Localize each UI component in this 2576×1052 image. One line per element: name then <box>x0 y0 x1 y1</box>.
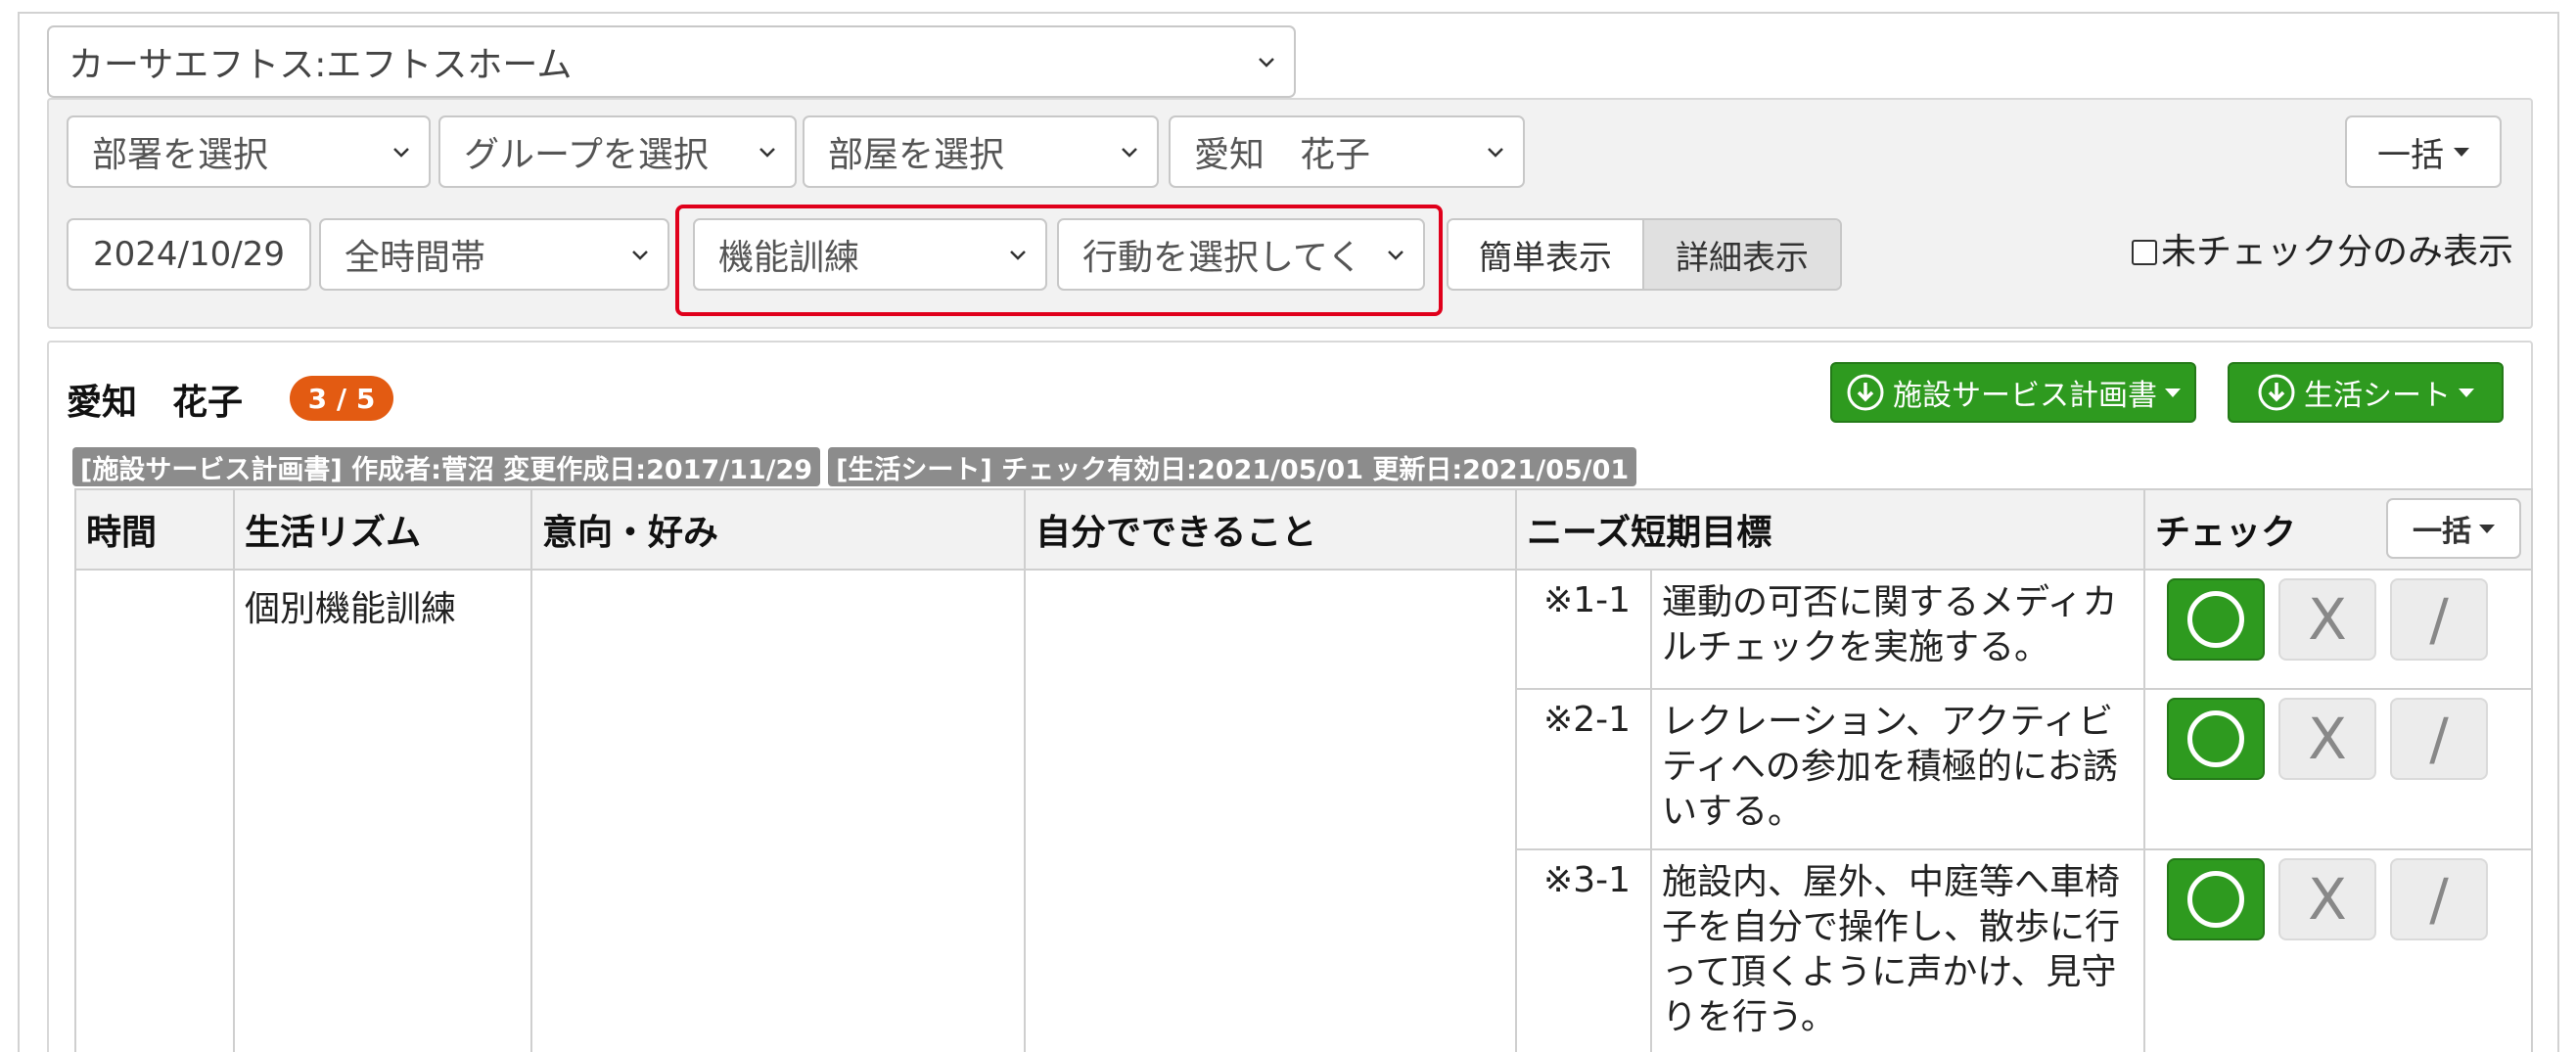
chevron-down-icon <box>1010 251 1026 260</box>
resident-select[interactable]: 愛知 花子 <box>1169 115 1525 188</box>
check-cell: X / <box>2143 848 2534 1052</box>
col-header-check-label: チェック <box>2155 513 2297 553</box>
resident-name: 愛知 花子 <box>67 383 244 423</box>
download-icon <box>2258 374 2295 411</box>
action-select-value: 行動を選択してく <box>1082 238 1362 278</box>
col-header-time: 時間 <box>74 488 235 571</box>
department-select-value: 部署を選択 <box>92 135 269 175</box>
caret-down-icon <box>2454 147 2469 157</box>
time-range-value: 全時間帯 <box>345 238 486 278</box>
intent-cell <box>530 569 1026 1052</box>
need-text: レクレーション、アクティビティへの参加を積極的にお誘いする。 <box>1649 688 2146 850</box>
chevron-down-icon <box>1122 148 1137 158</box>
table-row: 個別機能訓練 ※1-1 運動の可否に関するメディカルチェックを実施する。 X / <box>74 569 2534 1052</box>
service-plan-button[interactable]: 施設サービス計画書 <box>1830 362 2196 423</box>
chevron-down-icon <box>393 148 409 158</box>
date-field[interactable]: 2024/10/29 <box>67 218 311 291</box>
life-sheet-label: 生活シート <box>2304 379 2451 413</box>
date-field-value: 2024/10/29 <box>93 235 285 274</box>
check-ok-button[interactable] <box>2167 578 2266 661</box>
category-select[interactable]: 機能訓練 <box>693 218 1047 291</box>
facility-select-value: カーサエフトス:エフトスホーム <box>69 45 573 85</box>
category-select-value: 機能訓練 <box>718 238 860 278</box>
col-header-intent: 意向・好み <box>530 488 1026 571</box>
col-header-check: チェック 一括 <box>2143 488 2534 571</box>
check-ok-button[interactable] <box>2167 858 2266 940</box>
room-select-value: 部屋を選択 <box>828 135 1005 175</box>
check-ok-button[interactable] <box>2167 698 2266 780</box>
unchecked-only-toggle[interactable]: 未チェック分のみ表示 <box>2132 223 2513 274</box>
time-range-select[interactable]: 全時間帯 <box>319 218 669 291</box>
life-sheet-button[interactable]: 生活シート <box>2228 362 2504 423</box>
unchecked-only-checkbox[interactable] <box>2132 240 2157 265</box>
progress-badge: 3 / 5 <box>290 376 393 421</box>
action-select[interactable]: 行動を選択してく <box>1057 218 1425 291</box>
check-ng-button[interactable]: X <box>2278 698 2377 780</box>
view-simple-button[interactable]: 簡単表示 <box>1449 220 1644 289</box>
chevron-down-icon <box>1388 251 1403 260</box>
facility-select[interactable]: カーサエフトス:エフトスホーム <box>47 25 1296 98</box>
circle-icon <box>2187 871 2245 928</box>
check-cell: X / <box>2143 569 2534 690</box>
circle-icon <box>2187 591 2245 648</box>
circle-icon <box>2187 710 2245 767</box>
caret-down-icon <box>2479 524 2496 533</box>
chevron-down-icon <box>1259 58 1274 68</box>
service-plan-label: 施設サービス計画書 <box>1893 379 2157 413</box>
need-id: ※1-1 <box>1515 569 1652 690</box>
app-frame: カーサエフトス:エフトスホーム 部署を選択 グループを選択 部屋を選択 愛知 花… <box>18 12 2559 1052</box>
need-id: ※2-1 <box>1515 688 1652 850</box>
need-text: 運動の可否に関するメディカルチェックを実施する。 <box>1649 569 2146 690</box>
bulk-check-label: 一括 <box>2413 515 2472 549</box>
chevron-down-icon <box>759 148 775 158</box>
plan-meta-tag: [施設サービス計画書] 作成者:菅沼 変更作成日:2017/11/29 <box>72 447 821 486</box>
time-cell <box>74 569 235 1052</box>
download-icon <box>1847 374 1884 411</box>
rhythm-cell: 個別機能訓練 <box>233 569 532 1052</box>
need-text: 施設内、屋外、中庭等へ車椅子を自分で操作し、散歩に行って頂くように声かけ、見守り… <box>1649 848 2146 1052</box>
check-na-button[interactable]: / <box>2390 858 2489 940</box>
check-na-button[interactable]: / <box>2390 698 2489 780</box>
chevron-down-icon <box>632 251 648 260</box>
care-check-table: 時間 生活リズム 意向・好み 自分でできること ニーズ短期目標 チェック 一括 … <box>74 488 2534 1052</box>
chevron-down-icon <box>1488 148 1503 158</box>
self-cell <box>1024 569 1517 1052</box>
bulk-check-button[interactable]: 一括 <box>2386 498 2522 559</box>
caret-down-icon <box>2459 388 2474 397</box>
check-ng-button[interactable]: X <box>2278 858 2377 940</box>
need-id: ※3-1 <box>1515 848 1652 1052</box>
meta-tags: [施設サービス計画書] 作成者:菅沼 変更作成日:2017/11/29 [生活シ… <box>72 447 1637 486</box>
check-cell: X / <box>2143 688 2534 850</box>
col-header-needs: ニーズ短期目標 <box>1514 488 2146 571</box>
view-toggle: 簡単表示 詳細表示 <box>1447 218 1842 291</box>
room-select[interactable]: 部屋を選択 <box>803 115 1159 188</box>
caret-down-icon <box>2165 388 2181 397</box>
bulk-action-button[interactable]: 一括 <box>2345 115 2502 188</box>
group-select[interactable]: グループを選択 <box>438 115 797 188</box>
department-select[interactable]: 部署を選択 <box>67 115 431 188</box>
unchecked-only-label: 未チェック分のみ表示 <box>2161 232 2514 272</box>
col-header-rhythm: 生活リズム <box>233 488 532 571</box>
table-header-row: 時間 生活リズム 意向・好み 自分でできること ニーズ短期目標 チェック 一括 <box>74 488 2534 571</box>
resident-select-value: 愛知 花子 <box>1194 135 1371 175</box>
check-na-button[interactable]: / <box>2390 578 2489 661</box>
sheet-meta-tag: [生活シート] チェック有効日:2021/05/01 更新日:2021/05/0… <box>828 447 1637 486</box>
view-detail-button[interactable]: 詳細表示 <box>1644 220 1840 289</box>
group-select-value: グループを選択 <box>464 135 709 175</box>
bulk-action-label: 一括 <box>2377 135 2444 175</box>
check-ng-button[interactable]: X <box>2278 578 2377 661</box>
col-header-self: 自分でできること <box>1024 488 1517 571</box>
